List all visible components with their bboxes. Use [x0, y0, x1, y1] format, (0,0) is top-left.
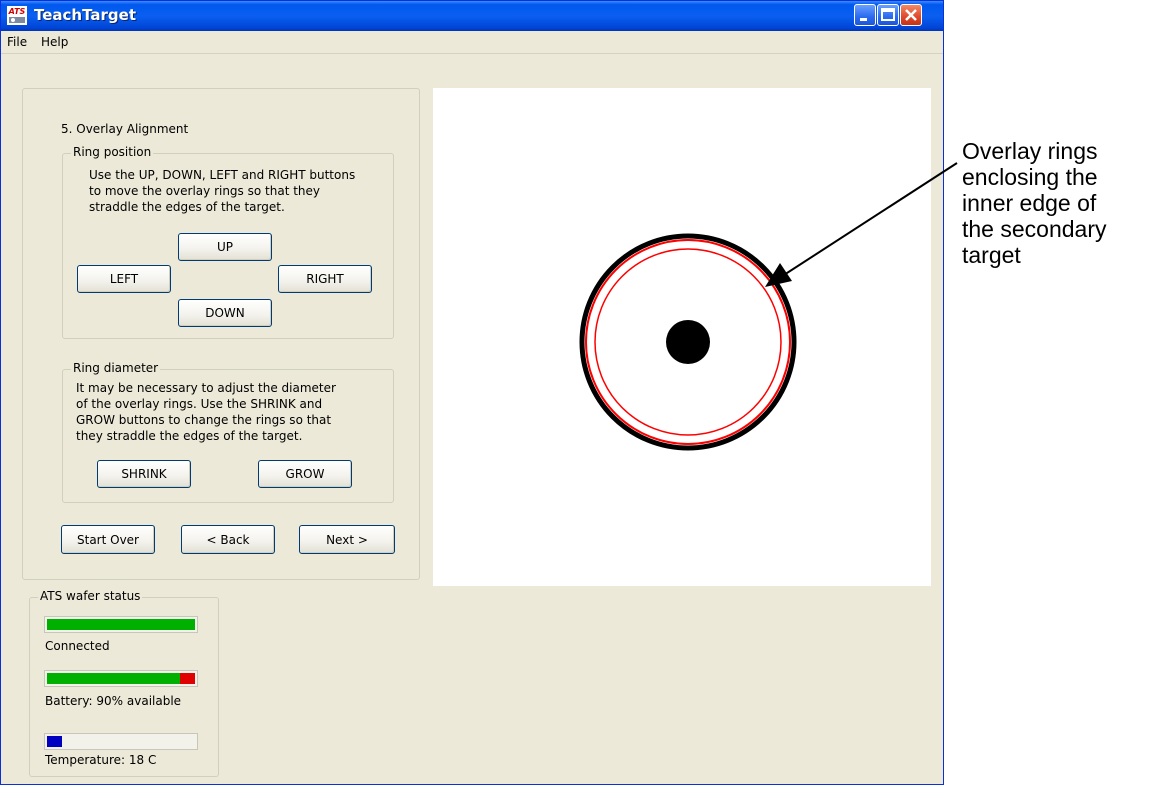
- callout-line-3: inner edge of: [962, 190, 1097, 216]
- callout-arrow: [765, 162, 958, 287]
- callout-text: Overlay rings enclosing the inner edge o…: [962, 138, 1162, 268]
- callout-line-4: the secondary: [962, 216, 1107, 242]
- callout-line-1: Overlay rings: [962, 138, 1098, 164]
- arrow-head-icon: [765, 263, 792, 287]
- callout-line-2: enclosing the: [962, 164, 1098, 190]
- callout-line-5: target: [962, 242, 1021, 268]
